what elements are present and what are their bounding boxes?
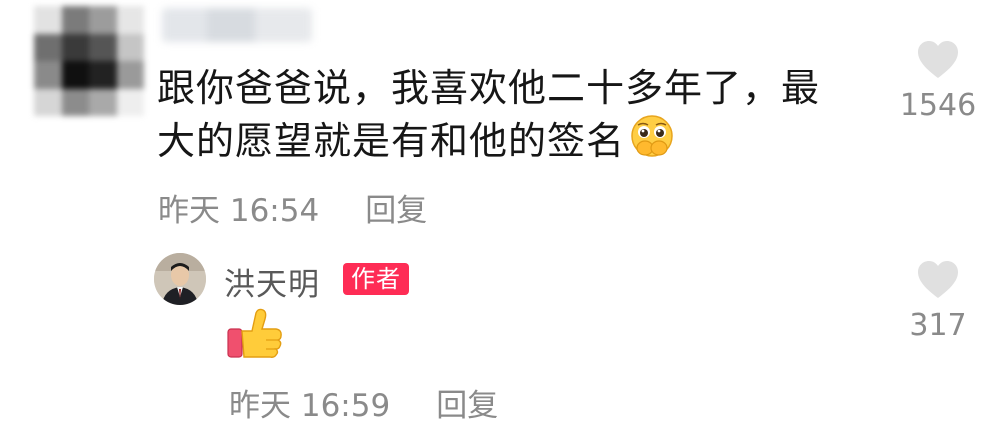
pleading-face-icon [631,115,673,157]
heart-icon[interactable] [916,40,960,80]
author-name[interactable]: 洪天明 [224,259,320,304]
comment-meta: 昨天 16:54 回复 [158,185,427,230]
comment-reply-button[interactable]: 回复 [365,193,427,229]
reply-meta: 昨天 16:59 回复 [229,380,498,425]
comment-body: 跟你爸爸说，我喜欢他二十多年了，最大的愿望就是有和他的签名 [157,62,857,167]
reply-like-count: 317 [909,308,967,343]
commenter-name-blurred[interactable] [162,8,312,42]
reply-reply-button[interactable]: 回复 [436,388,498,424]
reply-like-button[interactable] [916,260,960,304]
author-avatar[interactable] [154,253,206,305]
comment-like-button[interactable] [916,40,960,84]
comment-like-count: 1546 [899,88,977,123]
comment-text: 跟你爸爸说，我喜欢他二十多年了，最大的愿望就是有和他的签名 [157,66,821,163]
reply-time: 昨天 16:59 [229,388,391,424]
author-badge: 作者 [343,263,409,295]
comment-time: 昨天 16:54 [158,193,320,229]
commenter-avatar[interactable] [34,6,144,116]
author-photo [154,253,206,305]
thumbs-up-icon [227,308,282,358]
heart-icon[interactable] [916,260,960,300]
